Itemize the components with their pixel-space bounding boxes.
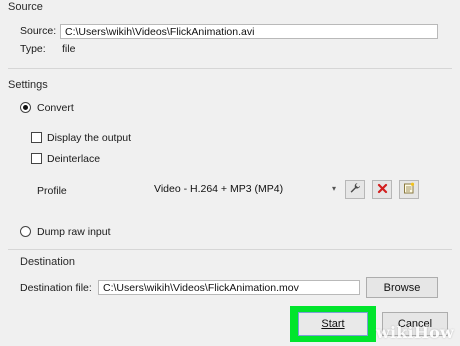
start-button-label: Start (321, 318, 345, 330)
profile-selected-value: Video - H.264 + MP3 (MP4) (154, 183, 284, 195)
display-output-label[interactable]: Display the output (47, 132, 131, 144)
convert-label[interactable]: Convert (37, 102, 74, 114)
type-value: file (62, 43, 76, 55)
settings-section-title: Settings (8, 79, 48, 91)
dump-raw-radio[interactable] (20, 226, 31, 237)
convert-radio[interactable] (20, 102, 31, 113)
browse-button[interactable]: Browse (366, 277, 438, 298)
source-field[interactable]: C:\Users\wikih\Videos\FlickAnimation.avi (60, 24, 438, 39)
chevron-down-icon: ▾ (331, 184, 336, 193)
destination-section-title: Destination (20, 256, 76, 268)
wrench-icon (349, 182, 361, 197)
deinterlace-label[interactable]: Deinterlace (47, 153, 100, 165)
source-label: Source: (20, 25, 57, 37)
deinterlace-checkbox[interactable] (31, 153, 42, 164)
wikihow-watermark: wikiHow (376, 323, 454, 342)
wikihow-part1: wiki (376, 323, 414, 342)
type-label: Type: (20, 43, 46, 55)
edit-profile-button[interactable] (345, 180, 365, 199)
profile-select[interactable]: Video - H.264 + MP3 (MP4) ▾ (154, 179, 338, 199)
delete-x-icon (377, 183, 388, 197)
dump-raw-label[interactable]: Dump raw input (37, 226, 111, 238)
separator-settings (8, 249, 452, 250)
delete-profile-button[interactable] (372, 180, 392, 199)
profile-label: Profile (37, 185, 67, 197)
destination-file-field[interactable]: C:\Users\wikih\Videos\FlickAnimation.mov (98, 280, 360, 295)
new-profile-button[interactable] (399, 180, 419, 199)
source-section-title: Source (8, 1, 43, 13)
destination-file-label: Destination file: (20, 282, 92, 294)
display-output-checkbox[interactable] (31, 132, 42, 143)
separator-source (8, 68, 452, 69)
new-profile-icon (403, 182, 415, 197)
start-button[interactable]: Start (298, 312, 368, 336)
wikihow-part2: How (413, 323, 454, 342)
